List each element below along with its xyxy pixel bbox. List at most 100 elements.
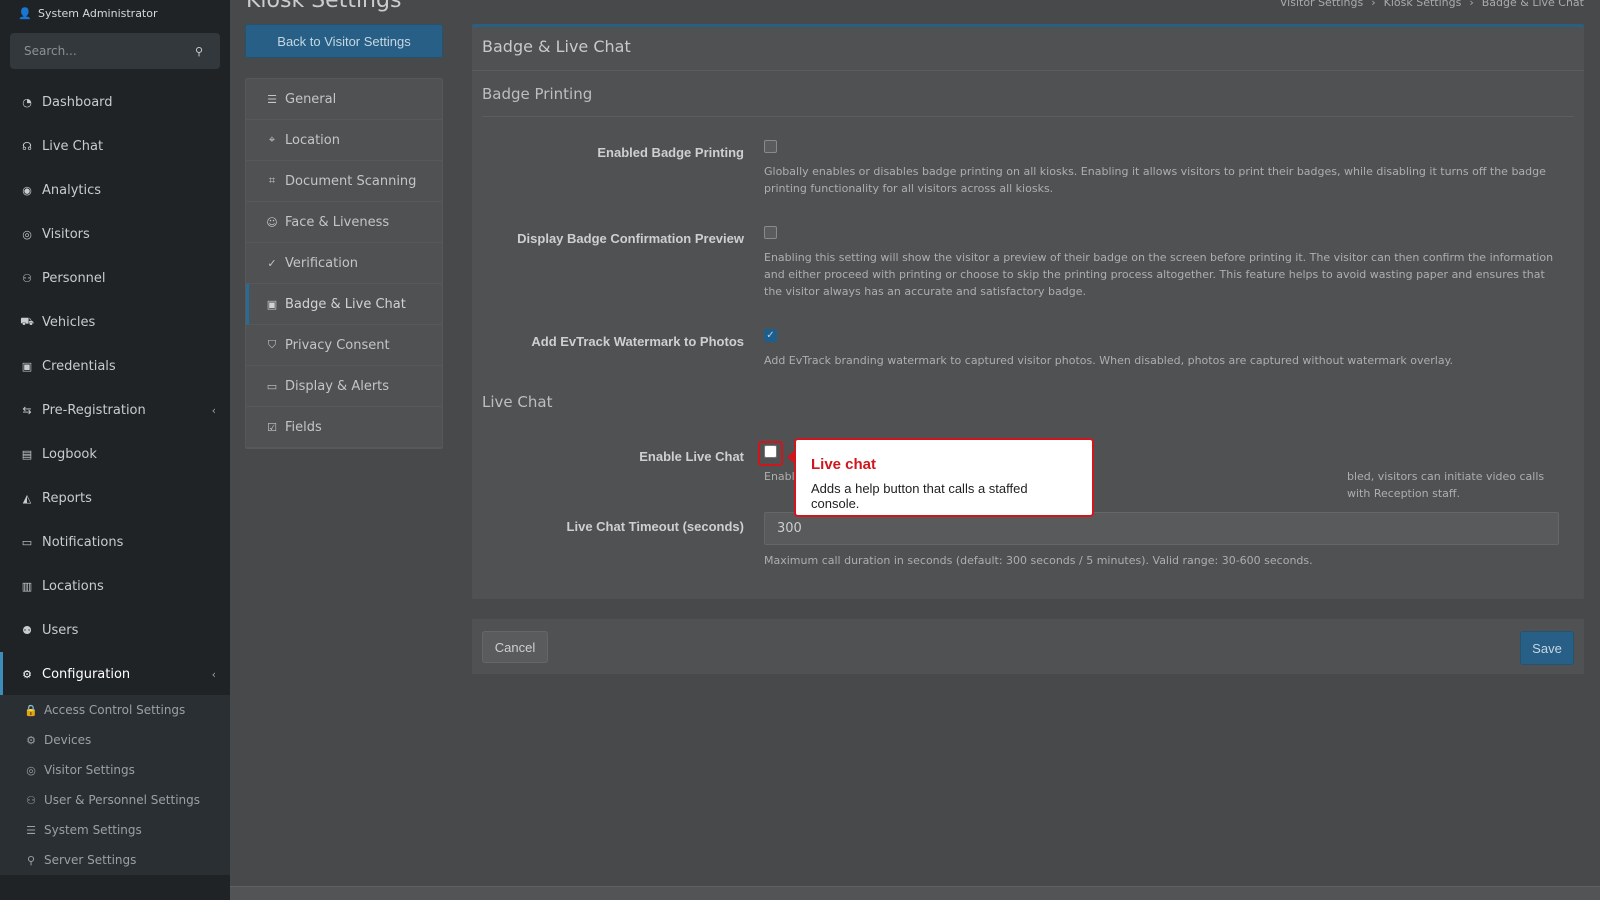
vehicle-icon: ⛟ <box>20 314 34 328</box>
breadcrumb-separator: › <box>1371 0 1376 9</box>
sidebar-item-analytics[interactable]: ◉ Analytics <box>0 168 230 212</box>
sidebar-item-vehicles[interactable]: ⛟ Vehicles <box>0 300 230 344</box>
settings-nav-display-alerts[interactable]: ▭ Display & Alerts <box>246 366 442 407</box>
sidebar-item-dashboard[interactable]: ◔ Dashboard <box>0 80 230 124</box>
face-icon: ☺ <box>266 215 278 229</box>
subitem-label: Access Control Settings <box>44 703 186 717</box>
subitem-server-settings[interactable]: ⚲ Server Settings <box>0 845 230 875</box>
bottom-bar <box>230 886 1600 900</box>
subitem-label: System Settings <box>44 823 142 837</box>
subitem-devices[interactable]: ⚙ Devices <box>0 725 230 755</box>
help-watermark: Add EvTrack branding watermark to captur… <box>764 354 1454 367</box>
breadcrumb-item: Badge & Live Chat <box>1481 0 1584 9</box>
personnel-icon: ⚇ <box>22 271 32 285</box>
eye-icon: ◎ <box>26 763 36 777</box>
sidebar-nav: ◔ Dashboard ☊ Live Chat ◉ Analytics ◎ Visito… <box>0 80 230 696</box>
settings-nav-face-liveness[interactable]: ☺ Face & Liveness <box>246 202 442 243</box>
sidebar-item-visitors[interactable]: ◎ Visitors <box>0 212 230 256</box>
label-enabled-badge-printing: Enabled Badge Printing <box>597 145 744 160</box>
shield-icon: ⛉ <box>267 338 277 351</box>
form-footer: Cancel Save <box>472 619 1584 674</box>
checkbox-enabled-badge-printing[interactable] <box>764 140 777 153</box>
sidebar-item-pre-registration[interactable]: ⇆ Pre-Registration ‹ <box>0 388 230 432</box>
sidebar-item-label: Pre-Registration <box>42 402 146 418</box>
page-title: Kiosk Settings <box>246 0 402 13</box>
tooltip-live-chat: Live chat Adds a help button that calls … <box>787 438 1094 517</box>
divider <box>482 116 1574 117</box>
section-title-live-chat: Live Chat <box>482 393 553 411</box>
sidebar-item-label: Reports <box>42 490 92 506</box>
eye-icon: ◎ <box>22 227 32 241</box>
list-check-icon: ☑ <box>267 420 277 434</box>
label-live-chat-timeout: Live Chat Timeout (seconds) <box>566 519 744 534</box>
checkbox-badge-preview[interactable] <box>764 226 777 239</box>
settings-nav-general[interactable]: ☰ General <box>246 79 442 120</box>
subitem-label: Devices <box>44 733 92 747</box>
map-pin-icon: ⌖ <box>268 133 276 146</box>
save-button[interactable]: Save <box>1520 631 1574 665</box>
settings-nav-label: Face & Liveness <box>285 214 390 230</box>
sidebar-item-reports[interactable]: ◭ Reports <box>0 476 230 520</box>
display-icon: ▭ <box>266 379 278 393</box>
users-icon: ⚉ <box>22 623 32 637</box>
sidebar-item-label: Visitors <box>42 226 90 242</box>
help-badge-preview: Enabling this setting will show the visi… <box>764 251 1554 298</box>
settings-nav-label: Verification <box>285 255 359 271</box>
label-enable-live-chat: Enable Live Chat <box>639 449 744 464</box>
user-profile[interactable]: 👤 System Administrator <box>18 6 157 20</box>
server-icon: ⚲ <box>26 853 36 867</box>
sidebar-item-notifications[interactable]: ▭ Notifications <box>0 520 230 564</box>
sidebar-item-personnel[interactable]: ⚇ Personnel <box>0 256 230 300</box>
settings-nav-badge-live-chat[interactable]: ▣ Badge & Live Chat <box>246 284 442 325</box>
settings-nav-label: Privacy Consent <box>285 337 390 353</box>
tooltip-text: Adds a help button that calls a staffed … <box>811 481 1028 511</box>
label-badge-preview: Display Badge Confirmation Preview <box>517 231 744 246</box>
back-to-visitor-settings-button[interactable]: Back to Visitor Settings <box>245 24 443 58</box>
badge-icon: ▣ <box>266 297 278 311</box>
headset-icon: ☊ <box>22 139 32 153</box>
checkbox-watermark[interactable]: ✓ <box>764 329 777 342</box>
subitem-label: Server Settings <box>44 853 137 867</box>
sidebar-item-locations[interactable]: ▥ Locations <box>0 564 230 608</box>
search-input[interactable] <box>24 44 174 58</box>
subitem-label: User & Personnel Settings <box>44 793 201 807</box>
user-settings-icon: ⚇ <box>26 793 36 807</box>
sidebar-item-label: Credentials <box>42 358 116 374</box>
sidebar-item-label: Live Chat <box>42 138 104 154</box>
breadcrumb-item[interactable]: Visitor Settings <box>1280 0 1363 9</box>
settings-nav-verification[interactable]: ✓ Verification <box>246 243 442 284</box>
configuration-submenu: 🔒 Access Control Settings ⚙ Devices ◎ Visit… <box>0 695 230 875</box>
settings-nav-label: Fields <box>285 419 322 435</box>
subitem-user-personnel-settings[interactable]: ⚇ User & Personnel Settings <box>0 785 230 815</box>
sidebar-item-live-chat[interactable]: ☊ Live Chat <box>0 124 230 168</box>
subitem-access-control-settings[interactable]: 🔒 Access Control Settings <box>0 695 230 725</box>
sidebar-item-label: Users <box>42 622 79 638</box>
sidebar-item-label: Notifications <box>42 534 124 550</box>
card-title: Badge & Live Chat <box>482 37 631 56</box>
settings-nav-privacy-consent[interactable]: ⛉ Privacy Consent <box>246 325 442 366</box>
sidebar-item-users[interactable]: ⚉ Users <box>0 608 230 652</box>
kiosk-settings-nav: ☰ General ⌖ Location ⌗ Document Scanning ☺ F… <box>245 78 443 449</box>
subitem-visitor-settings[interactable]: ◎ Visitor Settings <box>0 755 230 785</box>
dashboard-icon: ◔ <box>22 95 32 109</box>
settings-nav-location[interactable]: ⌖ Location <box>246 120 442 161</box>
breadcrumb-item[interactable]: Kiosk Settings <box>1384 0 1462 9</box>
sidebar-item-label: Dashboard <box>42 94 113 110</box>
cancel-button[interactable]: Cancel <box>482 631 548 663</box>
analytics-icon: ◉ <box>22 183 32 197</box>
sidebar-item-logbook[interactable]: ▤ Logbook <box>0 432 230 476</box>
sidebar-item-credentials[interactable]: ▣ Credentials <box>0 344 230 388</box>
help-enabled-badge-printing: Globally enables or disables badge print… <box>764 165 1546 195</box>
help-live-chat-timeout: Maximum call duration in seconds (defaul… <box>764 554 1313 567</box>
search-icon[interactable]: ⚲ <box>192 44 206 58</box>
gear-icon: ⚙ <box>22 667 32 681</box>
sidebar-item-configuration[interactable]: ⚙ Configuration ‹ <box>0 652 230 696</box>
settings-nav-fields[interactable]: ☑ Fields <box>246 407 442 448</box>
checkbox-enable-live-chat[interactable] <box>764 445 777 458</box>
settings-nav-document-scanning[interactable]: ⌗ Document Scanning <box>246 161 442 202</box>
section-title-badge-printing: Badge Printing <box>482 85 593 103</box>
sidebar-item-label: Vehicles <box>42 314 96 330</box>
subitem-system-settings[interactable]: ☰ System Settings <box>0 815 230 845</box>
sidebar-item-label: Personnel <box>42 270 106 286</box>
lock-icon: 🔒 <box>24 703 38 717</box>
